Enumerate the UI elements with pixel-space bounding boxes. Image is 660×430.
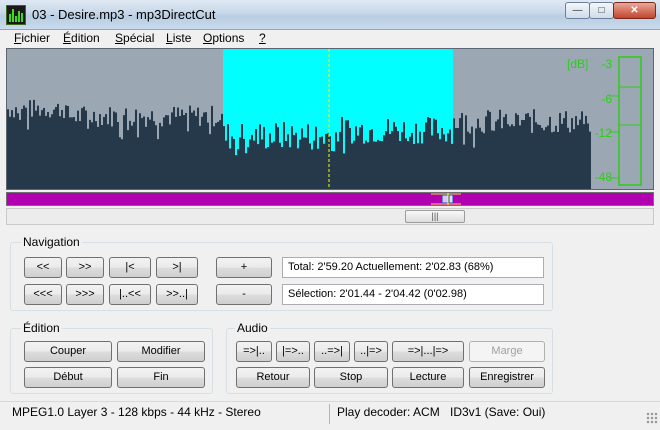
nav-to-selection-start-button[interactable]: |..<< [109, 284, 151, 305]
status-format: MPEG1.0 Layer 3 - 128 kbps - 44 kHz - St… [12, 405, 261, 419]
menu-bar: Fichier Édition Spécial Liste Options ? [0, 30, 660, 48]
timeline-marker [431, 193, 461, 205]
nav-to-selection-end-button[interactable]: >>..| [156, 284, 198, 305]
menu-fichier[interactable]: Fichier [14, 31, 50, 45]
play-selection-button[interactable]: =>|...|=> [392, 341, 464, 362]
resize-grip[interactable] [646, 412, 658, 424]
horizontal-scrollbar[interactable]: ||| [6, 208, 654, 225]
status-decoder: Play decoder: ACM [337, 405, 440, 419]
play-to-end-button[interactable]: ..=>| [314, 341, 350, 362]
window-title: 03 - Desire.mp3 - mp3DirectCut [32, 7, 216, 22]
margin-button[interactable]: Marge [469, 341, 545, 362]
play-to-cursor-button[interactable]: =>|.. [236, 341, 272, 362]
app-icon [6, 5, 26, 25]
navigation-title: Navigation [21, 235, 82, 249]
play-from-cursor-button[interactable]: |=>.. [276, 341, 310, 362]
zoom-out-button[interactable]: - [216, 284, 272, 305]
zoom-in-button[interactable]: + [216, 257, 272, 278]
nav-fast-forward-button[interactable]: >>> [66, 284, 104, 305]
cut-button[interactable]: Couper [24, 341, 112, 362]
position-timeline[interactable] [6, 192, 654, 206]
nav-forward-button[interactable]: >> [66, 257, 104, 278]
meter-label-12: -12 [594, 126, 612, 140]
status-bar: MPEG1.0 Layer 3 - 128 kbps - 44 kHz - St… [0, 401, 660, 430]
scroll-thumb[interactable]: ||| [405, 210, 465, 223]
selection-display: Sélection: 2'01.44 - 2'04.42 (0'02.98) [282, 284, 544, 305]
waveform-canvas[interactable] [7, 49, 653, 189]
minimize-button[interactable]: — [565, 2, 590, 19]
menu-edition[interactable]: Édition [63, 31, 100, 45]
play-from-end-button[interactable]: ..|=> [354, 341, 388, 362]
menu-options[interactable]: Options [203, 31, 244, 45]
nav-fast-back-button[interactable]: <<< [24, 284, 62, 305]
modify-button[interactable]: Modifier [117, 341, 205, 362]
maximize-button[interactable]: □ [589, 2, 614, 19]
nav-end-button[interactable]: >| [156, 257, 198, 278]
status-id3: ID3v1 (Save: Oui) [450, 405, 546, 419]
waveform-view[interactable]: [dB] -3 -6 -12 -48 [6, 48, 654, 190]
menu-help[interactable]: ? [259, 31, 266, 45]
menu-liste[interactable]: Liste [166, 31, 191, 45]
edition-title: Édition [21, 321, 62, 335]
set-start-button[interactable]: Début [24, 367, 112, 388]
meter-label-48: -48 [594, 170, 612, 184]
close-button[interactable]: ✕ [613, 2, 656, 19]
meter-label-6: -6 [601, 92, 612, 106]
back-button[interactable]: Retour [236, 367, 310, 388]
status-separator [329, 404, 330, 424]
meter-label-3: -3 [601, 57, 612, 71]
total-position-display: Total: 2'59.20 Actuellement: 2'02.83 (68… [282, 257, 544, 278]
set-end-button[interactable]: Fin [117, 367, 205, 388]
record-button[interactable]: Enregistrer [469, 367, 545, 388]
audio-title: Audio [235, 321, 270, 335]
stop-button[interactable]: Stop [314, 367, 388, 388]
nav-back-button[interactable]: << [24, 257, 62, 278]
nav-start-button[interactable]: |< [109, 257, 151, 278]
title-bar: 03 - Desire.mp3 - mp3DirectCut — □ ✕ [0, 0, 660, 30]
menu-special[interactable]: Spécial [115, 31, 154, 45]
play-button[interactable]: Lecture [392, 367, 464, 388]
